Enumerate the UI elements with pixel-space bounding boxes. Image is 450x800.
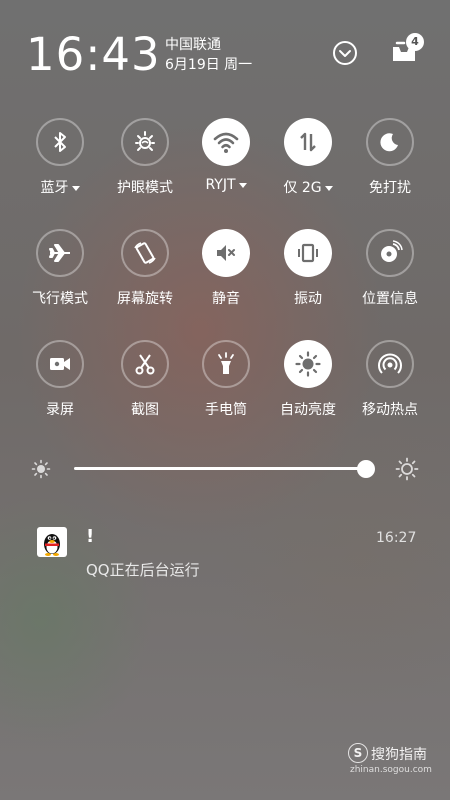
notification-count-badge: 4 — [406, 33, 424, 51]
tile-label-text: 振动 — [294, 291, 322, 307]
tile-label: 录屏 — [15, 399, 105, 419]
bluetooth-icon — [48, 130, 72, 154]
tile-label-text: 手电筒 — [205, 402, 247, 418]
dropdown-caret-icon[interactable] — [324, 185, 333, 191]
tile-label-text: 录屏 — [46, 402, 74, 418]
carrier-name: 中国联通 — [165, 37, 221, 53]
sogou-logo-icon: S — [348, 743, 368, 763]
quick-tile-moon[interactable]: 免打扰 — [345, 118, 435, 197]
brightness-slider-track[interactable] — [74, 467, 369, 470]
mute-icon — [213, 240, 239, 266]
notification-time: 16:27 — [376, 530, 417, 546]
expand-button[interactable] — [329, 37, 361, 69]
date-label: 6月19日 周一 — [165, 57, 253, 73]
tile-label: 仅 2G — [263, 177, 353, 197]
quick-tile-flashlight[interactable]: 手电筒 — [181, 340, 271, 419]
quick-tile-screen-record[interactable]: 录屏 — [15, 340, 105, 419]
carrier-info: 中国联通 6月19日 周一 — [165, 35, 252, 75]
watermark-url: zhinan.sogou.com — [350, 765, 432, 775]
tile-label-text: 屏幕旋转 — [117, 291, 173, 307]
tile-label: 自动亮度 — [263, 399, 353, 419]
toggle-circle[interactable] — [36, 229, 84, 277]
dropdown-caret-icon[interactable] — [238, 182, 247, 188]
quick-tile-rotate[interactable]: 屏幕旋转 — [100, 229, 190, 308]
tile-label: 手电筒 — [181, 399, 271, 419]
quick-tile-auto-brightness[interactable]: 自动亮度 — [263, 340, 353, 419]
flashlight-icon — [213, 351, 239, 377]
location-icon — [377, 240, 403, 266]
eye-care-icon — [132, 129, 158, 155]
quick-tile-eye-care[interactable]: 护眼模式 — [100, 118, 190, 197]
chevron-down-icon — [333, 41, 357, 65]
tile-label: 振动 — [263, 288, 353, 308]
quick-tile-screenshot[interactable]: 截图 — [100, 340, 190, 419]
tile-label-text: RYJT — [205, 177, 236, 193]
tile-label-text: 仅 2G — [283, 180, 322, 196]
tile-label-text: 静音 — [212, 291, 240, 307]
tile-label-text: 蓝牙 — [40, 180, 69, 196]
wifi-icon — [212, 128, 240, 156]
tile-label: RYJT — [181, 177, 271, 193]
toggle-circle[interactable] — [366, 229, 414, 277]
notification-text[interactable]: QQ正在后台运行 — [86, 559, 200, 580]
toggle-circle[interactable] — [284, 340, 332, 388]
brightness-high-icon — [395, 457, 419, 481]
screen-record-icon — [47, 351, 73, 377]
toggle-circle[interactable] — [366, 118, 414, 166]
toggle-circle[interactable] — [202, 118, 250, 166]
moon-icon — [378, 130, 402, 154]
screenshot-icon — [132, 351, 158, 377]
rotate-icon — [131, 239, 159, 267]
tile-label-text: 飞行模式 — [32, 291, 88, 307]
toggle-circle[interactable] — [284, 118, 332, 166]
hotspot-icon — [377, 351, 403, 377]
qq-icon[interactable] — [37, 527, 67, 557]
quick-tile-location[interactable]: 位置信息 — [345, 229, 435, 308]
tile-label-text: 位置信息 — [362, 291, 418, 307]
toggle-circle[interactable] — [121, 340, 169, 388]
toggle-circle[interactable] — [366, 340, 414, 388]
tile-label: 蓝牙 — [15, 177, 105, 197]
mobile-data-icon — [296, 130, 320, 154]
dropdown-caret-icon[interactable] — [71, 185, 80, 191]
quick-tile-bluetooth[interactable]: 蓝牙 — [15, 118, 105, 197]
tile-label: 飞行模式 — [15, 288, 105, 308]
toggle-circle[interactable] — [284, 229, 332, 277]
quick-tile-vibrate[interactable]: 振动 — [263, 229, 353, 308]
tile-label-text: 护眼模式 — [117, 180, 173, 196]
tile-label: 静音 — [181, 288, 271, 308]
watermark-brand: 搜狗指南 — [371, 747, 427, 763]
tile-label: 移动热点 — [345, 399, 435, 419]
tile-label-text: 移动热点 — [362, 402, 418, 418]
tile-label: 位置信息 — [345, 288, 435, 308]
clock-time: 16:43 — [26, 28, 161, 81]
toggle-circle[interactable] — [202, 229, 250, 277]
airplane-icon — [47, 240, 73, 266]
penguin-icon — [44, 534, 60, 556]
tile-label-text: 免打扰 — [369, 180, 411, 196]
toggle-circle[interactable] — [36, 118, 84, 166]
quick-tile-airplane[interactable]: 飞行模式 — [15, 229, 105, 308]
tile-label-text: 截图 — [131, 402, 159, 418]
toggle-circle[interactable] — [36, 340, 84, 388]
quick-tile-mobile-data[interactable]: 仅 2G — [263, 118, 353, 197]
brightness-low-icon — [31, 459, 51, 479]
notification-title[interactable]: ! — [86, 526, 94, 547]
quick-tile-wifi[interactable]: RYJT — [181, 118, 271, 193]
quick-tile-hotspot[interactable]: 移动热点 — [345, 340, 435, 419]
tile-label: 屏幕旋转 — [100, 288, 190, 308]
toggle-circle[interactable] — [121, 118, 169, 166]
vibrate-icon — [295, 240, 321, 266]
tile-label: 免打扰 — [345, 177, 435, 197]
auto-brightness-icon — [294, 350, 322, 378]
tile-label: 截图 — [100, 399, 190, 419]
brightness-slider-thumb[interactable] — [357, 460, 376, 478]
toggle-circle[interactable] — [121, 229, 169, 277]
tile-label: 护眼模式 — [100, 177, 190, 197]
tile-label-text: 自动亮度 — [280, 402, 336, 418]
toggle-circle[interactable] — [202, 340, 250, 388]
quick-tile-mute[interactable]: 静音 — [181, 229, 271, 308]
